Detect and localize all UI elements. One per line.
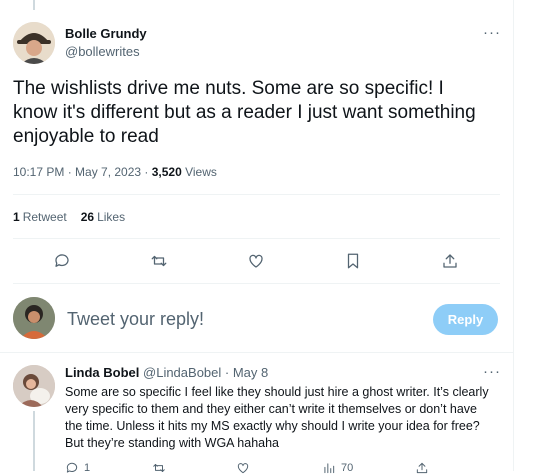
share-icon[interactable] <box>439 250 461 272</box>
retweet-icon[interactable] <box>148 250 170 272</box>
tweet-text: The wishlists drive me nuts. Some are so… <box>13 78 476 147</box>
retweets-stat[interactable]: 1 Retweet <box>13 210 67 224</box>
thread-line <box>33 0 35 10</box>
like-icon[interactable] <box>245 250 267 272</box>
author-handle[interactable]: @LindaBobel <box>143 365 221 380</box>
avatar[interactable] <box>13 22 55 64</box>
divider <box>13 283 500 284</box>
divider <box>13 238 500 239</box>
divider <box>13 194 500 195</box>
bookmark-icon[interactable] <box>342 250 364 272</box>
views-count: 70 <box>341 462 354 474</box>
author-name[interactable]: Bolle Grundy <box>65 26 147 41</box>
like-icon <box>237 463 249 474</box>
views-label: Views <box>181 165 217 179</box>
reply-count: 1 <box>84 462 91 474</box>
more-options-icon[interactable]: ··· <box>483 24 501 41</box>
more-options-icon[interactable]: ··· <box>483 363 501 380</box>
author-name[interactable]: Linda Bobel <box>65 365 139 380</box>
reply-date[interactable]: May 8 <box>233 365 268 380</box>
reply-header: Linda Bobel @LindaBobel · May 8 <box>65 365 269 380</box>
avatar[interactable] <box>13 365 55 407</box>
author-handle[interactable]: @bollewrites <box>65 44 140 59</box>
retweet-action[interactable] <box>152 461 166 475</box>
views-action[interactable]: 70 <box>322 461 353 475</box>
reply-action[interactable]: 1 <box>65 461 90 475</box>
engagement-stats: 1 Retweet 26 Likes <box>13 210 125 224</box>
reply-button[interactable]: Reply <box>433 304 498 335</box>
thread-line <box>33 411 35 471</box>
share-icon <box>416 462 428 474</box>
retweet-icon <box>153 464 165 472</box>
tweet-timestamp[interactable]: 10:17 PM · May 7, 2023 · <box>13 165 152 179</box>
reply-icon <box>66 462 78 473</box>
views-icon <box>324 463 335 474</box>
tweet-thread-column: Bolle Grundy @bollewrites ··· The wishli… <box>0 0 514 474</box>
reply-input[interactable]: Tweet your reply! <box>67 309 204 330</box>
reply-text: Some are so specific I feel like they sh… <box>65 385 489 450</box>
likes-stat[interactable]: 26 Likes <box>81 210 125 224</box>
share-action[interactable] <box>415 461 429 475</box>
like-action[interactable] <box>236 461 250 475</box>
views-count: 3,520 <box>151 165 182 179</box>
reply-tweet[interactable]: Linda Bobel @LindaBobel · May 8 ··· Some… <box>0 353 514 474</box>
avatar[interactable] <box>13 297 55 339</box>
reply-icon[interactable] <box>51 250 73 272</box>
tweet-meta: 10:17 PM · May 7, 2023 · 3,520 Views <box>13 165 217 179</box>
